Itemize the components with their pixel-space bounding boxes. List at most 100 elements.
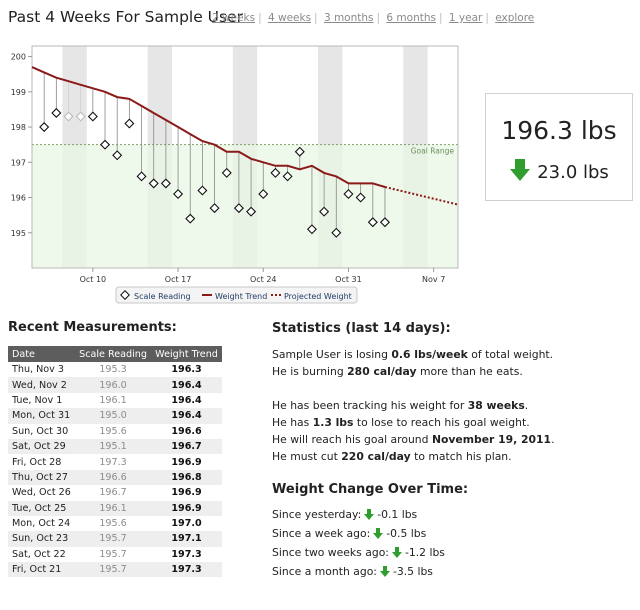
table-row: Sun, Oct 30 195.6 196.6 (8, 424, 222, 439)
cell-date: Mon, Oct 31 (8, 408, 76, 424)
current-weight: 196.3 lbs (501, 116, 617, 145)
cell-weight-trend: 197.3 (171, 548, 202, 560)
y-tick-label: 195 (11, 229, 26, 238)
weight-change-list: Since yesterday: -0.1 lbs Since a week ag… (272, 506, 445, 582)
cell-weight-trend: 196.6 (171, 425, 202, 437)
stat-tracking-duration: He has been tracking his weight for 38 w… (272, 399, 529, 412)
goal-range-label: Goal Range (411, 147, 455, 156)
cell-scale-reading: 195.6 (99, 425, 127, 437)
y-axis: 195 196 197 198 199 200 (11, 53, 32, 238)
total-change-value: 23.0 lbs (537, 162, 609, 183)
legend-scale-reading: Scale Reading (134, 292, 191, 301)
nav-link-4-weeks[interactable]: 4 weeks (268, 12, 311, 24)
goal-range-band (32, 144, 458, 268)
cell-weight-trend: 196.9 (171, 456, 202, 468)
table-row: Thu, Nov 3 195.3 196.3 (8, 362, 222, 377)
cell-weight-trend: 197.1 (151, 531, 222, 547)
change-row-month: Since a month ago: -3.5 lbs (272, 563, 445, 582)
cell-scale-reading: 196.6 (75, 469, 152, 486)
stat-calorie-cut: He must cut 220 cal/day to match his pla… (272, 450, 512, 463)
down-arrow-icon (509, 158, 531, 187)
cell-scale-reading: 196.1 (75, 500, 152, 516)
header-scale-reading: Scale Reading (75, 346, 152, 362)
cell-scale-reading: 195.0 (75, 408, 152, 424)
legend-weight-trend: Weight Trend (215, 292, 267, 301)
table-header-row: Date Scale Reading Weight Trend (8, 346, 222, 362)
table-row: Fri, Oct 28 197.3 196.9 (8, 454, 222, 469)
table-row: Wed, Nov 2 196.0 196.4 (8, 377, 222, 393)
cell-date: Sat, Oct 29 (8, 438, 76, 455)
down-arrow-icon (379, 565, 390, 582)
down-arrow-icon (391, 546, 402, 563)
cell-date: Tue, Oct 25 (8, 500, 76, 516)
nav-link-3-months[interactable]: 3 months (324, 12, 374, 24)
nav-link-6-months[interactable]: 6 months (386, 12, 436, 24)
weight-change-title: Weight Change Over Time: (272, 482, 469, 497)
table-row: Tue, Oct 25 196.1 196.9 (8, 500, 222, 516)
nav-link-1-year[interactable]: 1 year (449, 12, 482, 24)
cell-weight-trend: 197.3 (151, 562, 222, 578)
cell-date: Wed, Nov 2 (8, 377, 76, 393)
stat-loss-rate: Sample User is losing 0.6 lbs/week of to… (272, 348, 554, 361)
table-row: Sun, Oct 23 195.7 197.1 (8, 531, 222, 547)
cell-scale-reading: 195.7 (99, 548, 127, 560)
stat-to-goal: He has 1.3 lbs to lose to reach his goal… (272, 416, 530, 429)
header-date: Date (8, 346, 76, 362)
current-weight-summary: 196.3 lbs 23.0 lbs (485, 93, 633, 201)
measurements-body: Thu, Nov 3 195.3 196.3 Wed, Nov 2 196.0 196.4… (8, 362, 222, 578)
nav-link-explore[interactable]: explore (495, 12, 534, 24)
y-tick-label: 200 (11, 53, 26, 62)
cell-scale-reading: 195.1 (75, 438, 152, 455)
measurements-table: Date Scale Reading Weight Trend Thu, Nov… (8, 346, 222, 578)
cell-scale-reading: 196.7 (99, 487, 127, 499)
cell-date: Sun, Oct 30 (12, 425, 69, 437)
y-tick-label: 196 (11, 194, 26, 203)
cell-weight-trend: 196.9 (151, 500, 222, 516)
change-row-two-weeks: Since two weeks ago: -1.2 lbs (272, 544, 445, 563)
statistics-title: Statistics (last 14 days): (272, 321, 451, 336)
cell-weight-trend: 196.4 (151, 408, 222, 424)
stat-goal-date: He will reach his goal around November 1… (272, 433, 555, 446)
x-tick-label: Oct 17 (165, 275, 192, 284)
statistics-text: Sample User is losing 0.6 lbs/week of to… (272, 346, 555, 465)
weight-chart: Goal Range 195196197198199200 Oct 10 Oct … (11, 45, 459, 304)
header-weight-trend: Weight Trend (151, 346, 222, 362)
x-tick-label: Oct 31 (335, 275, 362, 284)
total-weight-change: 23.0 lbs (486, 158, 632, 187)
page-title: Past 4 Weeks For Sample User (8, 8, 244, 26)
change-row-yesterday: Since yesterday: -0.1 lbs (272, 506, 445, 525)
table-row: Fri, Oct 21 195.7 197.3 (8, 562, 222, 578)
cell-weight-trend: 196.3 (171, 364, 202, 376)
down-arrow-icon (364, 508, 375, 525)
cell-scale-reading: 197.3 (99, 456, 127, 468)
stat-calorie-deficit: He is burning 280 cal/day more than he e… (272, 365, 523, 378)
x-axis: Oct 10 Oct 17 Oct 24 Oct 31 Nov 7 (80, 268, 445, 284)
cell-date: Mon, Oct 24 (12, 518, 71, 530)
cell-scale-reading: 195.7 (75, 562, 152, 578)
down-arrow-icon (373, 527, 384, 544)
table-row: Sat, Oct 29 195.1 196.7 (8, 438, 222, 455)
cell-date: Sun, Oct 23 (8, 531, 76, 547)
cell-weight-trend: 196.4 (171, 394, 202, 406)
cell-weight-trend: 197.0 (171, 518, 202, 530)
cell-weight-trend: 196.4 (151, 377, 222, 393)
cell-weight-trend: 196.8 (151, 469, 222, 486)
table-row: Thu, Oct 27 196.6 196.8 (8, 469, 222, 486)
chart-legend: Scale Reading Weight Trend Projected Wei… (115, 286, 358, 304)
legend-projected-weight: Projected Weight (284, 292, 352, 301)
range-nav: 2 weeks | 4 weeks | 3 months | 6 months | 1 … (212, 12, 535, 24)
cell-date: Sat, Oct 22 (12, 548, 66, 560)
cell-date: Thu, Nov 3 (12, 364, 64, 376)
x-tick-label: Nov 7 (422, 275, 445, 284)
table-row: Tue, Nov 1 196.1 196.4 (8, 393, 222, 408)
cell-scale-reading: 195.7 (75, 531, 152, 547)
change-row-week: Since a week ago: -0.5 lbs (272, 525, 445, 544)
y-tick-label: 199 (11, 88, 26, 97)
cell-scale-reading: 196.0 (75, 377, 152, 393)
table-row: Mon, Oct 31 195.0 196.4 (8, 408, 222, 424)
table-row: Wed, Oct 26 196.7 196.9 (8, 485, 222, 500)
cell-date: Tue, Nov 1 (12, 394, 63, 406)
cell-scale-reading: 195.6 (99, 518, 127, 530)
x-tick-label: Oct 24 (250, 275, 277, 284)
nav-link-2-weeks[interactable]: 2 weeks (212, 12, 255, 24)
